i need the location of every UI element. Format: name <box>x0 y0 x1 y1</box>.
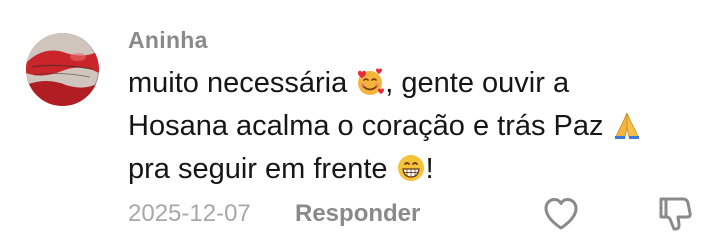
comment-text-line2: Hosana acalma o coração e trás Paz <box>128 110 612 142</box>
comment-username[interactable]: Aninha <box>128 27 208 54</box>
comment-item: Aninha muito necessária , gente ouvir a … <box>0 0 720 245</box>
comment-date: 2025-12-07 <box>128 200 251 227</box>
avatar[interactable] <box>26 33 99 106</box>
comment-text-line1: muito necessária <box>128 67 356 99</box>
comment-text-line3: pra seguir em frente <box>128 153 396 185</box>
grinning-face-icon <box>397 155 424 181</box>
smiling-face-with-hearts-icon <box>358 68 385 95</box>
heart-icon <box>544 198 578 230</box>
comment-text-line1-end: , gente ouvir a <box>385 67 570 99</box>
comment-text-line3-end: ! <box>425 153 434 185</box>
like-button[interactable] <box>543 197 579 231</box>
folded-hands-icon <box>614 112 639 139</box>
comment-text: muito necessária , gente ouvir a Hosana … <box>128 62 698 191</box>
reply-button[interactable]: Responder <box>295 200 420 228</box>
thumbs-down-icon <box>659 197 692 231</box>
dislike-button[interactable] <box>657 195 693 233</box>
avatar-image <box>26 33 99 106</box>
